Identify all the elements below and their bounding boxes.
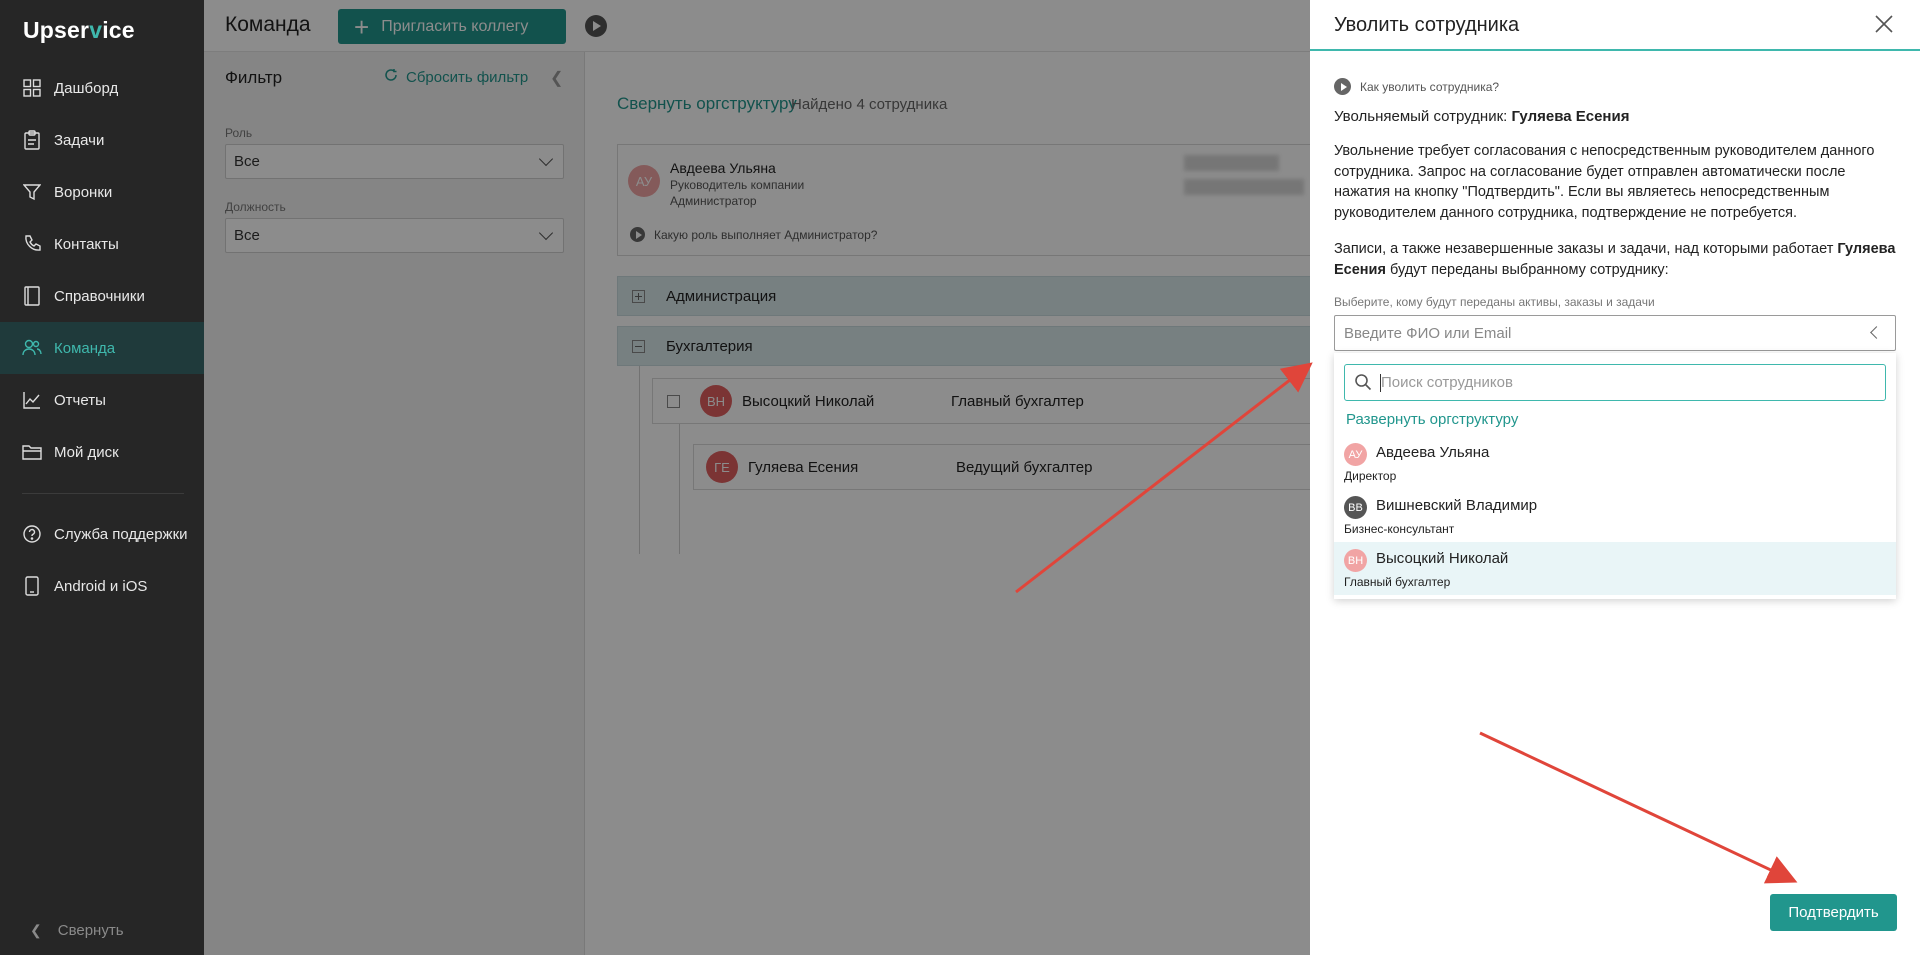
assignee-select[interactable]: Введите ФИО или Email [1334,315,1896,351]
sidebar-item-label: Справочники [54,287,145,305]
sidebar-item-label: Служба поддержки [54,525,188,543]
sidebar-item-contacts[interactable]: Контакты [0,218,204,270]
transfer-prefix: Записи, а также незавершенные заказы и з… [1334,241,1838,257]
option-name: Вишневский Владимир [1376,497,1538,514]
help-icon [22,524,42,544]
assignee-dropdown: Поиск сотрудников Развернуть оргструктур… [1334,353,1896,599]
option-name: Высоцкий Николай [1376,550,1509,567]
sidebar-item-mobile-apps[interactable]: Android и iOS [0,560,204,612]
folder-icon [22,442,42,462]
dismissed-employee-line: Увольняемый сотрудник: Гуляева Есения [1334,108,1629,125]
search-placeholder: Поиск сотрудников [1381,374,1513,391]
expand-org-link[interactable]: Развернуть оргструктуру [1346,411,1518,428]
option-role: Директор [1344,469,1397,483]
sidebar-item-directories[interactable]: Справочники [0,270,204,322]
sidebar-item-label: Android и iOS [54,577,148,595]
sidebar-item-dashboard[interactable]: Дашборд [0,62,204,114]
avatar: ВН [1344,549,1367,572]
chevron-left-icon: ❮ [30,922,42,938]
employee-search-input[interactable]: Поиск сотрудников [1344,364,1886,401]
chart-icon [22,390,42,410]
sidebar: Upservice Дашборд Задачи Воронки Контакт… [0,0,204,955]
sidebar-item-label: Команда [54,339,116,357]
transfer-paragraph: Записи, а также незавершенные заказы и з… [1334,239,1904,280]
app-logo[interactable]: Upservice [23,17,135,44]
sidebar-item-label: Отчеты [54,391,106,409]
sidebar-item-label: Контакты [54,235,119,253]
text-caret [1380,374,1381,392]
close-icon[interactable] [1874,14,1894,34]
sidebar-item-label: Мой диск [54,443,119,461]
mobile-icon [22,576,42,596]
howto-link[interactable]: Как уволить сотрудника? [1334,78,1499,95]
modal-backdrop[interactable] [204,0,1310,955]
sidebar-item-reports[interactable]: Отчеты [0,374,204,426]
play-icon [1334,78,1351,95]
employee-option[interactable]: АУ Авдеева Ульяна Директор [1334,436,1896,489]
assignee-placeholder: Введите ФИО или Email [1344,325,1512,342]
sidebar-item-team[interactable]: Команда [0,322,204,374]
employee-option[interactable]: ВВ Вишневский Владимир Бизнес-консультан… [1334,489,1896,542]
funnel-icon [22,182,42,202]
dismissed-prefix: Увольняемый сотрудник: [1334,108,1512,125]
sidebar-collapse-label: Свернуть [57,922,124,939]
approval-paragraph: Увольнение требует согласования с непоср… [1334,143,1875,221]
sidebar-collapse-button[interactable]: ❮ Свернуть [30,922,124,939]
drawer-header: Уволить сотрудника [1310,0,1920,51]
confirm-button[interactable]: Подтвердить [1770,894,1897,931]
team-icon [22,338,42,358]
grid-icon [22,78,42,98]
sidebar-item-support[interactable]: Служба поддержки [0,508,204,560]
avatar: АУ [1344,443,1367,466]
sidebar-item-funnels[interactable]: Воронки [0,166,204,218]
book-icon [22,286,42,306]
option-name: Авдеева Ульяна [1376,444,1490,461]
transfer-suffix: будут переданы выбранному сотруднику: [1385,261,1669,278]
option-role: Бизнес-консультант [1344,522,1455,536]
option-role: Главный бухгалтер [1344,575,1451,589]
sidebar-item-label: Задачи [54,131,105,149]
employee-option[interactable]: ВН Высоцкий Николай Главный бухгалтер [1334,542,1896,595]
assign-label: Выберите, кому будут переданы активы, за… [1334,295,1655,309]
phone-icon [22,234,42,254]
avatar: ВВ [1344,496,1367,519]
sidebar-item-label: Дашборд [54,79,119,97]
search-icon [1354,373,1372,395]
dismiss-employee-drawer: Уволить сотрудника Как уволить сотрудник… [1310,0,1920,955]
sidebar-item-label: Воронки [54,183,113,201]
howto-label: Как уволить сотрудника? [1360,79,1500,94]
sidebar-divider [22,493,184,494]
chevron-left-icon [1870,326,1883,339]
clipboard-icon [22,130,42,150]
dismissed-name: Гуляева Есения [1511,108,1630,125]
sidebar-item-my-disk[interactable]: Мой диск [0,426,204,478]
sidebar-item-tasks[interactable]: Задачи [0,114,204,166]
drawer-title: Уволить сотрудника [1334,14,1520,36]
